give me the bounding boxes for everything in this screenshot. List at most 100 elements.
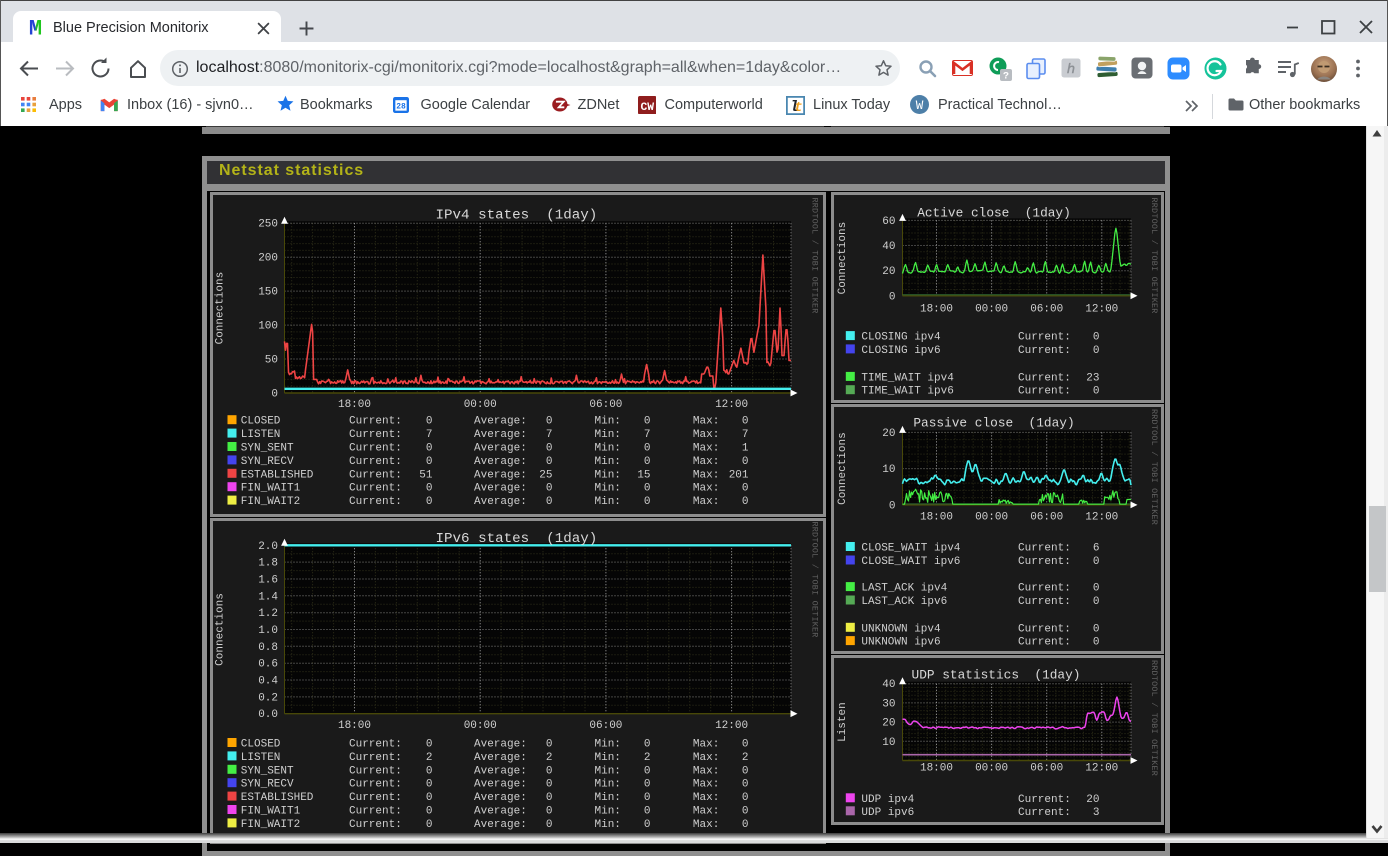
svg-text:0: 0	[545, 455, 552, 467]
svg-text:0: 0	[1093, 623, 1100, 635]
svg-text:CLOSE_WAIT ipv6: CLOSE_WAIT ipv6	[861, 556, 960, 568]
svg-text:3: 3	[1093, 807, 1100, 819]
svg-text:Max:: Max:	[692, 805, 718, 817]
svg-text:00:00: 00:00	[463, 399, 496, 411]
svg-text:Average:: Average:	[474, 778, 527, 790]
svg-text:Average:: Average:	[474, 429, 527, 441]
svg-text:0: 0	[545, 765, 552, 777]
svg-text:0: 0	[741, 415, 748, 427]
svg-text:06:00: 06:00	[1030, 303, 1063, 315]
svg-text:Current:: Current:	[1018, 794, 1071, 806]
svg-text:0: 0	[643, 792, 650, 804]
svg-text:18:00: 18:00	[920, 763, 953, 775]
svg-text:0: 0	[643, 442, 650, 454]
svg-text:200: 200	[258, 252, 278, 264]
svg-text:10: 10	[882, 737, 895, 749]
svg-text:0.0: 0.0	[258, 709, 278, 721]
svg-text:25: 25	[539, 469, 552, 481]
svg-text:0: 0	[643, 738, 650, 750]
svg-text:00:00: 00:00	[975, 763, 1008, 775]
svg-text:Max:: Max:	[692, 751, 718, 763]
svg-text:Min:: Min:	[594, 818, 620, 830]
svg-text:0: 0	[425, 778, 432, 790]
svg-text:30: 30	[882, 698, 895, 710]
svg-text:0: 0	[545, 496, 552, 508]
svg-text:0: 0	[545, 792, 552, 804]
svg-text:SYN_SENT: SYN_SENT	[240, 765, 293, 777]
svg-text:Average:: Average:	[474, 738, 527, 750]
svg-text:ESTABLISHED: ESTABLISHED	[240, 469, 313, 481]
svg-text:RRDTOOL / TOBI OETIKER: RRDTOOL / TOBI OETIKER	[809, 521, 819, 637]
svg-text:20: 20	[882, 428, 895, 440]
svg-text:1: 1	[741, 442, 748, 454]
svg-text:RRDTOOL / TOBI OETIKER: RRDTOOL / TOBI OETIKER	[1149, 660, 1159, 776]
svg-text:ESTABLISHED: ESTABLISHED	[240, 792, 313, 804]
svg-text:Min:: Min:	[594, 455, 620, 467]
svg-text:0: 0	[643, 778, 650, 790]
svg-text:Min:: Min:	[594, 738, 620, 750]
svg-text:1.6: 1.6	[258, 574, 278, 586]
svg-text:12:00: 12:00	[1085, 763, 1118, 775]
svg-text:0.6: 0.6	[258, 658, 278, 670]
svg-text:0: 0	[545, 738, 552, 750]
svg-text:Current:: Current:	[1018, 344, 1071, 356]
svg-text:00:00: 00:00	[975, 512, 1008, 524]
svg-text:Average:: Average:	[474, 469, 527, 481]
svg-text:12:00: 12:00	[715, 399, 748, 411]
svg-text:Average:: Average:	[474, 818, 527, 830]
svg-text:Max:: Max:	[692, 778, 718, 790]
svg-text:250: 250	[258, 218, 278, 230]
svg-text:0: 0	[1093, 385, 1100, 397]
svg-text:FIN_WAIT2: FIN_WAIT2	[240, 496, 299, 508]
svg-text:1.4: 1.4	[258, 591, 278, 603]
svg-text:Active close (1day): Active close (1day)	[917, 205, 1071, 220]
svg-text:0: 0	[889, 291, 896, 303]
svg-text:Current:: Current:	[349, 455, 402, 467]
svg-text:Average:: Average:	[474, 751, 527, 763]
svg-text:28: 28	[396, 102, 406, 111]
svg-text:UDP statistics (1day): UDP statistics (1day)	[912, 668, 1081, 683]
svg-text:18:00: 18:00	[920, 303, 953, 315]
svg-text:SYN_RECV: SYN_RECV	[240, 778, 293, 790]
svg-text:Current:: Current:	[349, 496, 402, 508]
svg-text:CLOSING ipv6: CLOSING ipv6	[861, 344, 940, 356]
svg-text:0: 0	[741, 455, 748, 467]
svg-text:Min:: Min:	[594, 482, 620, 494]
svg-text:150: 150	[258, 286, 278, 298]
svg-text:Current:: Current:	[1018, 807, 1071, 819]
svg-text:0: 0	[425, 455, 432, 467]
svg-text:RRDTOOL / TOBI OETIKER: RRDTOOL / TOBI OETIKER	[1149, 197, 1159, 313]
svg-text:Current:: Current:	[349, 805, 402, 817]
svg-text:Max:: Max:	[692, 429, 718, 441]
svg-text:0: 0	[741, 778, 748, 790]
svg-text:Average:: Average:	[474, 415, 527, 427]
svg-text:Current:: Current:	[349, 738, 402, 750]
svg-text:Current:: Current:	[1018, 637, 1071, 649]
svg-text:Max:: Max:	[692, 482, 718, 494]
svg-text:Current:: Current:	[1018, 596, 1071, 608]
svg-text:18:00: 18:00	[337, 399, 370, 411]
svg-text:Average:: Average:	[474, 442, 527, 454]
svg-text:Max:: Max:	[692, 792, 718, 804]
svg-text:0: 0	[545, 415, 552, 427]
svg-text:Current:: Current:	[1018, 543, 1071, 555]
svg-text:0: 0	[545, 818, 552, 830]
svg-text:Max:: Max:	[692, 738, 718, 750]
svg-text:Max:: Max:	[692, 469, 718, 481]
svg-text:0: 0	[889, 500, 896, 512]
svg-text:00:00: 00:00	[975, 303, 1008, 315]
svg-text:0: 0	[425, 496, 432, 508]
svg-text:18:00: 18:00	[337, 720, 370, 732]
svg-text:Current:: Current:	[349, 429, 402, 441]
svg-text:2: 2	[425, 751, 432, 763]
svg-text:06:00: 06:00	[589, 399, 622, 411]
svg-text:W: W	[916, 98, 924, 113]
svg-text:12:00: 12:00	[1085, 303, 1118, 315]
svg-text:Current:: Current:	[1018, 623, 1071, 635]
svg-text:Max:: Max:	[692, 442, 718, 454]
svg-text:Current:: Current:	[349, 482, 402, 494]
svg-text:0: 0	[425, 482, 432, 494]
svg-text:0: 0	[425, 738, 432, 750]
svg-text:CLOSE_WAIT ipv4: CLOSE_WAIT ipv4	[861, 543, 960, 555]
svg-text:2: 2	[643, 751, 650, 763]
